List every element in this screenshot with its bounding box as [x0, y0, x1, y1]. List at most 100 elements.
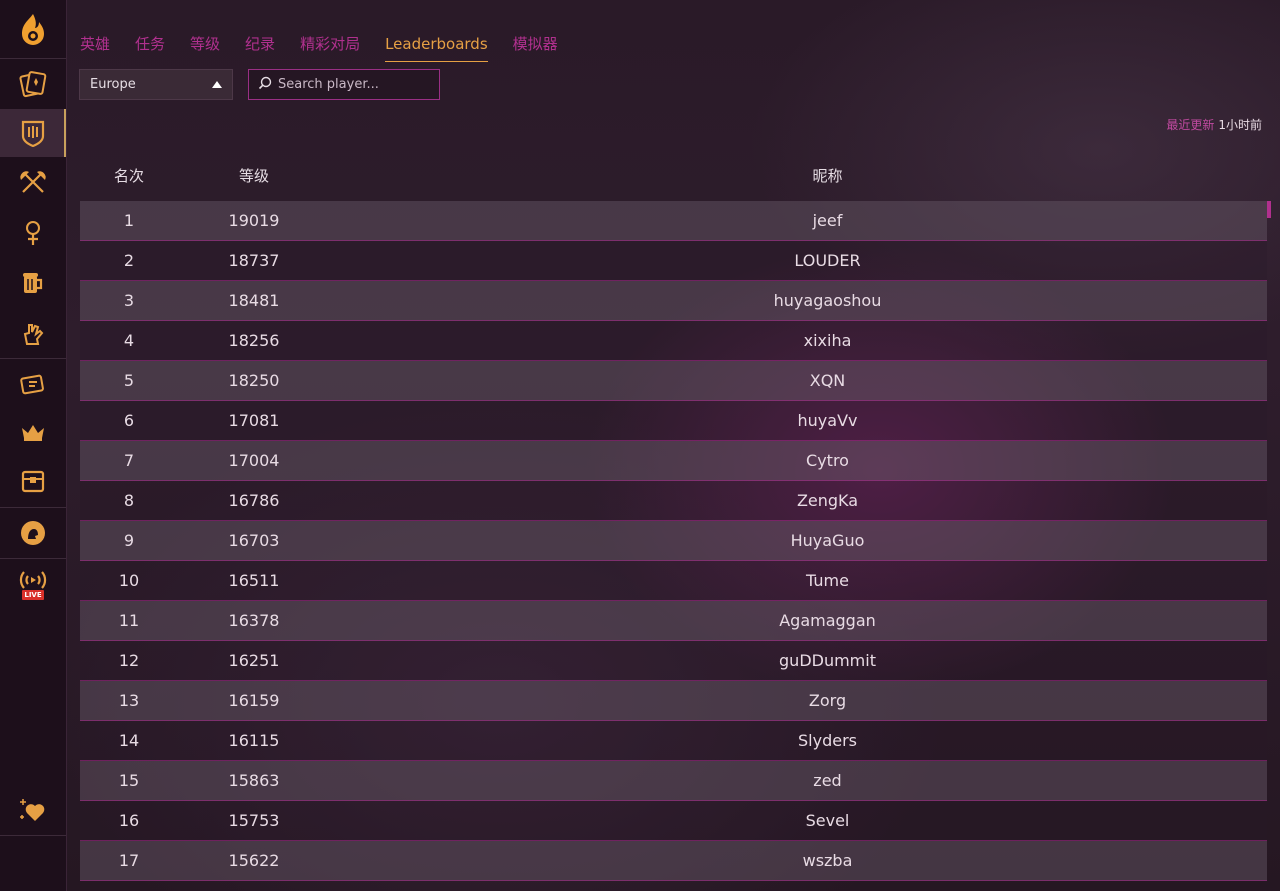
level-cell: 16511 — [228, 571, 280, 590]
level-cell: 19019 — [228, 211, 280, 230]
crown-icon[interactable] — [0, 410, 66, 454]
name-cell[interactable]: XQN — [580, 361, 1075, 400]
mercenary-icon[interactable] — [0, 210, 66, 256]
search-input[interactable] — [278, 77, 428, 92]
card-collection-icon[interactable] — [0, 62, 66, 106]
tab-highlights[interactable]: 精彩对局 — [300, 33, 360, 61]
table-row[interactable]: 5 18250 XQN — [80, 361, 1267, 401]
rank-cell: 5 — [123, 371, 135, 390]
hero-portrait-icon[interactable] — [0, 511, 66, 555]
table-row[interactable]: 11 16378 Agamaggan — [80, 601, 1267, 641]
treasure-chest-icon[interactable] — [0, 458, 66, 504]
name-cell[interactable]: Slyders — [580, 721, 1075, 760]
table-header: 名次 等级 昵称 — [80, 165, 1267, 191]
rank-cell: 3 — [123, 291, 135, 310]
rank-cell: 14 — [118, 731, 140, 750]
level-cell: 16115 — [228, 731, 280, 750]
table-row[interactable]: 16 15753 Sevel — [80, 801, 1267, 841]
table-row[interactable]: 9 16703 HuyaGuo — [80, 521, 1267, 561]
tab-tiers[interactable]: 等级 — [190, 33, 220, 61]
tab-bar: 英雄 任务 等级 纪录 精彩对局 Leaderboards 模拟器 — [80, 33, 583, 63]
level-cell: 17081 — [228, 411, 280, 430]
table-row[interactable]: 15 15863 zed — [80, 761, 1267, 801]
tab-simulator[interactable]: 模拟器 — [513, 33, 558, 61]
heart-sparkle-icon[interactable] — [0, 788, 66, 832]
name-cell[interactable]: wszba — [580, 841, 1075, 880]
table-row[interactable]: 17 15622 wszba — [80, 841, 1267, 881]
hand-icon[interactable] — [0, 310, 66, 356]
sidebar: LIVE — [0, 0, 67, 891]
name-cell[interactable]: Zorg — [580, 681, 1075, 720]
name-cell[interactable]: HuyaGuo — [580, 521, 1075, 560]
table-row[interactable]: 4 18256 xixiha — [80, 321, 1267, 361]
table-row[interactable]: 13 16159 Zorg — [80, 681, 1267, 721]
hearthstone-logo-icon[interactable] — [0, 6, 66, 54]
rank-cell: 12 — [118, 651, 140, 670]
live-badge: LIVE — [22, 589, 44, 600]
tab-quests[interactable]: 任务 — [135, 33, 165, 61]
name-cell[interactable]: zed — [580, 761, 1075, 800]
name-cell[interactable]: Sevel — [580, 801, 1075, 840]
level-cell: 16703 — [228, 531, 280, 550]
level-cell: 15622 — [228, 851, 280, 870]
level-cell: 17004 — [228, 451, 280, 470]
level-cell: 18250 — [228, 371, 280, 390]
rank-cell: 1 — [123, 211, 135, 230]
scrollbar-thumb[interactable] — [1267, 201, 1271, 218]
name-cell[interactable]: LOUDER — [580, 241, 1075, 280]
name-cell[interactable]: huyagaoshou — [580, 281, 1075, 320]
crossed-axes-icon[interactable] — [0, 160, 66, 206]
region-select[interactable]: Europe — [79, 69, 233, 100]
rank-cell: 8 — [123, 491, 135, 510]
rank-cell: 17 — [118, 851, 140, 870]
level-cell: 16786 — [228, 491, 280, 510]
level-cell: 18737 — [228, 251, 280, 270]
name-cell[interactable]: jeef — [580, 201, 1075, 240]
table-row[interactable]: 6 17081 huyaVv — [80, 401, 1267, 441]
table-row[interactable]: 2 18737 LOUDER — [80, 241, 1267, 281]
rank-cell: 2 — [123, 251, 135, 270]
table-row[interactable]: 3 18481 huyagaoshou — [80, 281, 1267, 321]
tab-leaderboards[interactable]: Leaderboards — [385, 33, 488, 62]
last-updated-value: 1小时前 — [1218, 118, 1262, 132]
table-row[interactable]: 14 16115 Slyders — [80, 721, 1267, 761]
header-level[interactable]: 等级 — [210, 165, 298, 186]
caret-up-icon — [212, 81, 222, 88]
name-cell[interactable]: Tume — [580, 561, 1075, 600]
name-cell[interactable]: Cytro — [580, 441, 1075, 480]
name-cell[interactable]: guDDummit — [580, 641, 1075, 680]
level-cell: 18256 — [228, 331, 280, 350]
table-row[interactable]: 1 19019 jeef — [80, 201, 1267, 241]
ticket-icon[interactable] — [0, 362, 66, 406]
level-cell: 18481 — [228, 291, 280, 310]
tavern-mug-icon[interactable] — [0, 260, 66, 306]
rank-cell: 11 — [118, 611, 140, 630]
rank-cell: 16 — [118, 811, 140, 830]
name-cell[interactable]: huyaVv — [580, 401, 1075, 440]
table-row[interactable]: 10 16511 Tume — [80, 561, 1267, 601]
tab-records[interactable]: 纪录 — [245, 33, 275, 61]
header-name[interactable]: 昵称 — [580, 165, 1075, 186]
rank-cell: 7 — [123, 451, 135, 470]
level-cell: 15753 — [228, 811, 280, 830]
level-cell: 16251 — [228, 651, 280, 670]
level-cell: 16159 — [228, 691, 280, 710]
live-stream-icon[interactable]: LIVE — [0, 563, 66, 605]
search-icon — [258, 75, 272, 94]
rank-cell: 15 — [118, 771, 140, 790]
table-row[interactable]: 8 16786 ZengKa — [80, 481, 1267, 521]
table-row[interactable]: 12 16251 guDDummit — [80, 641, 1267, 681]
name-cell[interactable]: xixiha — [580, 321, 1075, 360]
header-rank[interactable]: 名次 — [80, 165, 178, 186]
rank-cell: 9 — [123, 531, 135, 550]
level-cell: 15863 — [228, 771, 280, 790]
region-select-value: Europe — [90, 77, 136, 92]
tab-heroes[interactable]: 英雄 — [80, 33, 110, 61]
leaderboard-table: 1 19019 jeef 2 18737 LOUDER 3 18481 huyagaosho… — [80, 201, 1267, 881]
battlegrounds-icon[interactable] — [0, 109, 66, 157]
level-cell: 16378 — [228, 611, 280, 630]
name-cell[interactable]: Agamaggan — [580, 601, 1075, 640]
table-row[interactable]: 7 17004 Cytro — [80, 441, 1267, 481]
name-cell[interactable]: ZengKa — [580, 481, 1075, 520]
search-box[interactable] — [248, 69, 440, 100]
